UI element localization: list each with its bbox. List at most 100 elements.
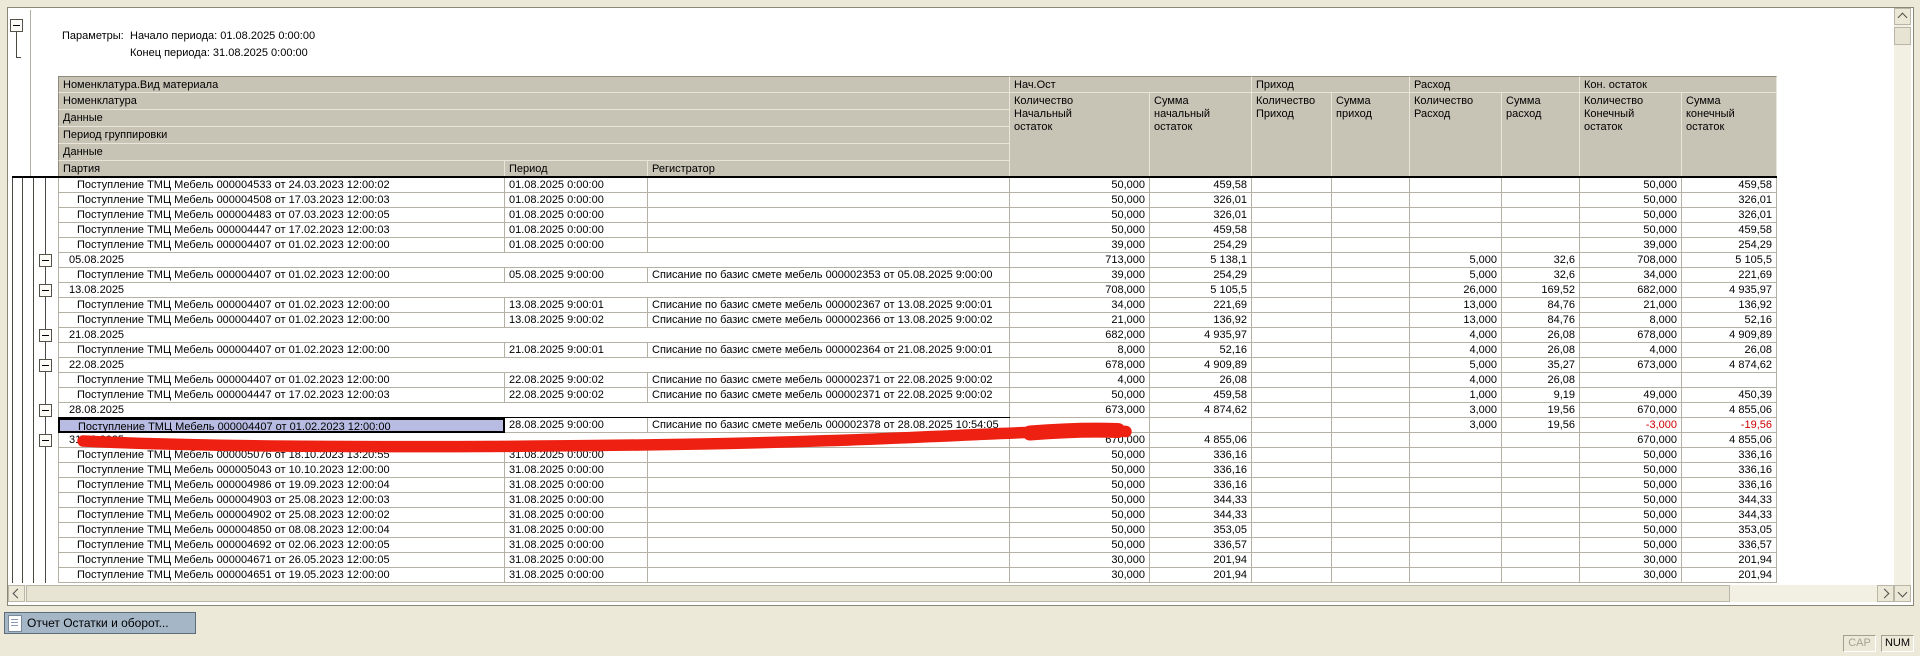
period-cell[interactable]: 31.08.2025 0:00:00 — [505, 538, 648, 553]
value-cell[interactable]: 50,000 — [1010, 388, 1150, 403]
value-cell[interactable]: 50,000 — [1010, 178, 1150, 193]
value-cell[interactable]: 4 935,97 — [1682, 283, 1777, 298]
value-cell[interactable]: 50,000 — [1010, 508, 1150, 523]
value-cell[interactable] — [1252, 253, 1332, 268]
value-cell[interactable] — [1410, 523, 1502, 538]
header-sub-2[interactable]: Количество Приход — [1252, 93, 1332, 178]
period-cell[interactable]: 21.08.2025 9:00:01 — [505, 343, 648, 358]
value-cell[interactable]: 221,69 — [1150, 298, 1252, 313]
value-cell[interactable] — [1682, 373, 1777, 388]
value-cell[interactable] — [1410, 223, 1502, 238]
group-date-cell[interactable]: 28.08.2025 — [58, 403, 1010, 418]
scroll-right-button[interactable] — [1877, 585, 1894, 602]
value-cell[interactable]: 682,000 — [1580, 283, 1682, 298]
value-cell[interactable]: 50,000 — [1010, 523, 1150, 538]
value-cell[interactable]: 326,01 — [1150, 193, 1252, 208]
value-cell[interactable] — [1332, 253, 1410, 268]
period-cell[interactable]: 05.08.2025 9:00:00 — [505, 268, 648, 283]
value-cell[interactable]: 1,000 — [1410, 388, 1502, 403]
scroll-left-button[interactable] — [8, 585, 25, 602]
value-cell[interactable]: 673,000 — [1010, 403, 1150, 418]
value-cell[interactable]: 254,29 — [1150, 238, 1252, 253]
header-group-1[interactable]: Приход — [1252, 76, 1410, 93]
value-cell[interactable] — [1332, 328, 1410, 343]
value-cell[interactable]: 682,000 — [1010, 328, 1150, 343]
value-cell[interactable] — [1252, 298, 1332, 313]
registrator-cell[interactable]: Списание по базис смете мебель 000002353… — [648, 268, 1010, 283]
value-cell[interactable] — [1410, 538, 1502, 553]
value-cell[interactable] — [1502, 223, 1580, 238]
partiya-cell[interactable]: Поступление ТМЦ Мебель 000004407 от 01.0… — [58, 268, 505, 283]
value-cell[interactable]: 4,000 — [1010, 373, 1150, 388]
value-cell[interactable] — [1502, 553, 1580, 568]
report-tab[interactable]: Отчет Остатки и оборот... — [4, 612, 196, 634]
value-cell[interactable]: 30,000 — [1010, 568, 1150, 583]
value-cell[interactable]: 49,000 — [1580, 388, 1682, 403]
period-cell[interactable]: 31.08.2025 0:00:00 — [505, 448, 648, 463]
value-cell[interactable] — [1332, 508, 1410, 523]
value-cell[interactable]: 30,000 — [1010, 553, 1150, 568]
value-cell[interactable] — [1252, 283, 1332, 298]
value-cell[interactable] — [1252, 493, 1332, 508]
partiya-cell[interactable]: Поступление ТМЦ Мебель 000005076 от 18.1… — [58, 448, 505, 463]
value-cell[interactable] — [1410, 193, 1502, 208]
value-cell[interactable] — [1502, 478, 1580, 493]
scroll-down-button[interactable] — [1894, 585, 1911, 602]
value-cell[interactable] — [1332, 178, 1410, 193]
partiya-cell[interactable]: Поступление ТМЦ Мебель 000004407 от 01.0… — [58, 343, 505, 358]
registrator-cell[interactable] — [648, 478, 1010, 493]
partiya-cell[interactable]: Поступление ТМЦ Мебель 000004447 от 17.0… — [58, 223, 505, 238]
header-row-1[interactable]: Номенклатура — [58, 93, 1010, 110]
value-cell[interactable]: 459,58 — [1682, 223, 1777, 238]
period-cell[interactable]: 31.08.2025 0:00:00 — [505, 493, 648, 508]
value-cell[interactable]: 26,08 — [1150, 373, 1252, 388]
value-cell[interactable]: 4 874,62 — [1682, 358, 1777, 373]
value-cell[interactable] — [1410, 208, 1502, 223]
value-cell[interactable]: 19,56 — [1502, 418, 1580, 433]
value-cell[interactable]: 5,000 — [1410, 253, 1502, 268]
header-sub-1[interactable]: Сумма начальный остаток — [1150, 93, 1252, 178]
registrator-cell[interactable] — [648, 553, 1010, 568]
value-cell[interactable]: 459,58 — [1150, 223, 1252, 238]
value-cell[interactable]: 353,05 — [1682, 523, 1777, 538]
value-cell[interactable] — [1332, 403, 1410, 418]
value-cell[interactable]: 52,16 — [1682, 313, 1777, 328]
value-cell[interactable]: 678,000 — [1010, 358, 1150, 373]
partiya-cell[interactable]: Поступление ТМЦ Мебель 000004902 от 25.0… — [58, 508, 505, 523]
registrator-cell[interactable]: Списание по базис смете мебель 000002367… — [648, 298, 1010, 313]
value-cell[interactable] — [1252, 313, 1332, 328]
value-cell[interactable]: 8,000 — [1010, 343, 1150, 358]
value-cell[interactable]: 5 105,5 — [1150, 283, 1252, 298]
partiya-cell[interactable]: Поступление ТМЦ Мебель 000004850 от 08.0… — [58, 523, 505, 538]
period-cell[interactable]: 31.08.2025 0:00:00 — [505, 568, 648, 583]
value-cell[interactable]: 50,000 — [1580, 508, 1682, 523]
header-group-3[interactable]: Кон. остаток — [1580, 76, 1777, 93]
header-sub-6[interactable]: Количество Конечный остаток — [1580, 93, 1682, 178]
partiya-cell[interactable]: Поступление ТМЦ Мебель 000004903 от 25.0… — [58, 493, 505, 508]
value-cell[interactable]: 136,92 — [1150, 313, 1252, 328]
period-cell[interactable]: 31.08.2025 0:00:00 — [505, 508, 648, 523]
value-cell[interactable] — [1332, 568, 1410, 583]
period-cell[interactable]: 28.08.2025 9:00:00 — [505, 418, 648, 433]
registrator-cell[interactable] — [648, 448, 1010, 463]
value-cell[interactable]: 50,000 — [1010, 493, 1150, 508]
partiya-cell[interactable]: Поступление ТМЦ Мебель 000004407 от 01.0… — [58, 298, 505, 313]
value-cell[interactable] — [1010, 418, 1150, 433]
value-cell[interactable] — [1502, 508, 1580, 523]
vertical-scrollbar[interactable] — [1894, 8, 1911, 602]
value-cell[interactable]: 336,16 — [1150, 463, 1252, 478]
partiya-cell[interactable]: Поступление ТМЦ Мебель 000004407 от 01.0… — [58, 373, 505, 388]
value-cell[interactable]: 4 935,97 — [1150, 328, 1252, 343]
value-cell[interactable] — [1252, 448, 1332, 463]
value-cell[interactable] — [1332, 433, 1410, 448]
registrator-cell[interactable] — [648, 523, 1010, 538]
value-cell[interactable] — [1580, 373, 1682, 388]
value-cell[interactable] — [1252, 238, 1332, 253]
period-cell[interactable]: 01.08.2025 0:00:00 — [505, 208, 648, 223]
value-cell[interactable] — [1252, 523, 1332, 538]
partiya-cell[interactable]: Поступление ТМЦ Мебель 000004407 от 01.0… — [58, 313, 505, 328]
value-cell[interactable]: 39,000 — [1010, 238, 1150, 253]
value-cell[interactable]: 5 105,5 — [1682, 253, 1777, 268]
value-cell[interactable]: 50,000 — [1580, 448, 1682, 463]
group-date-cell[interactable]: 31.08.2025 — [58, 433, 1010, 448]
